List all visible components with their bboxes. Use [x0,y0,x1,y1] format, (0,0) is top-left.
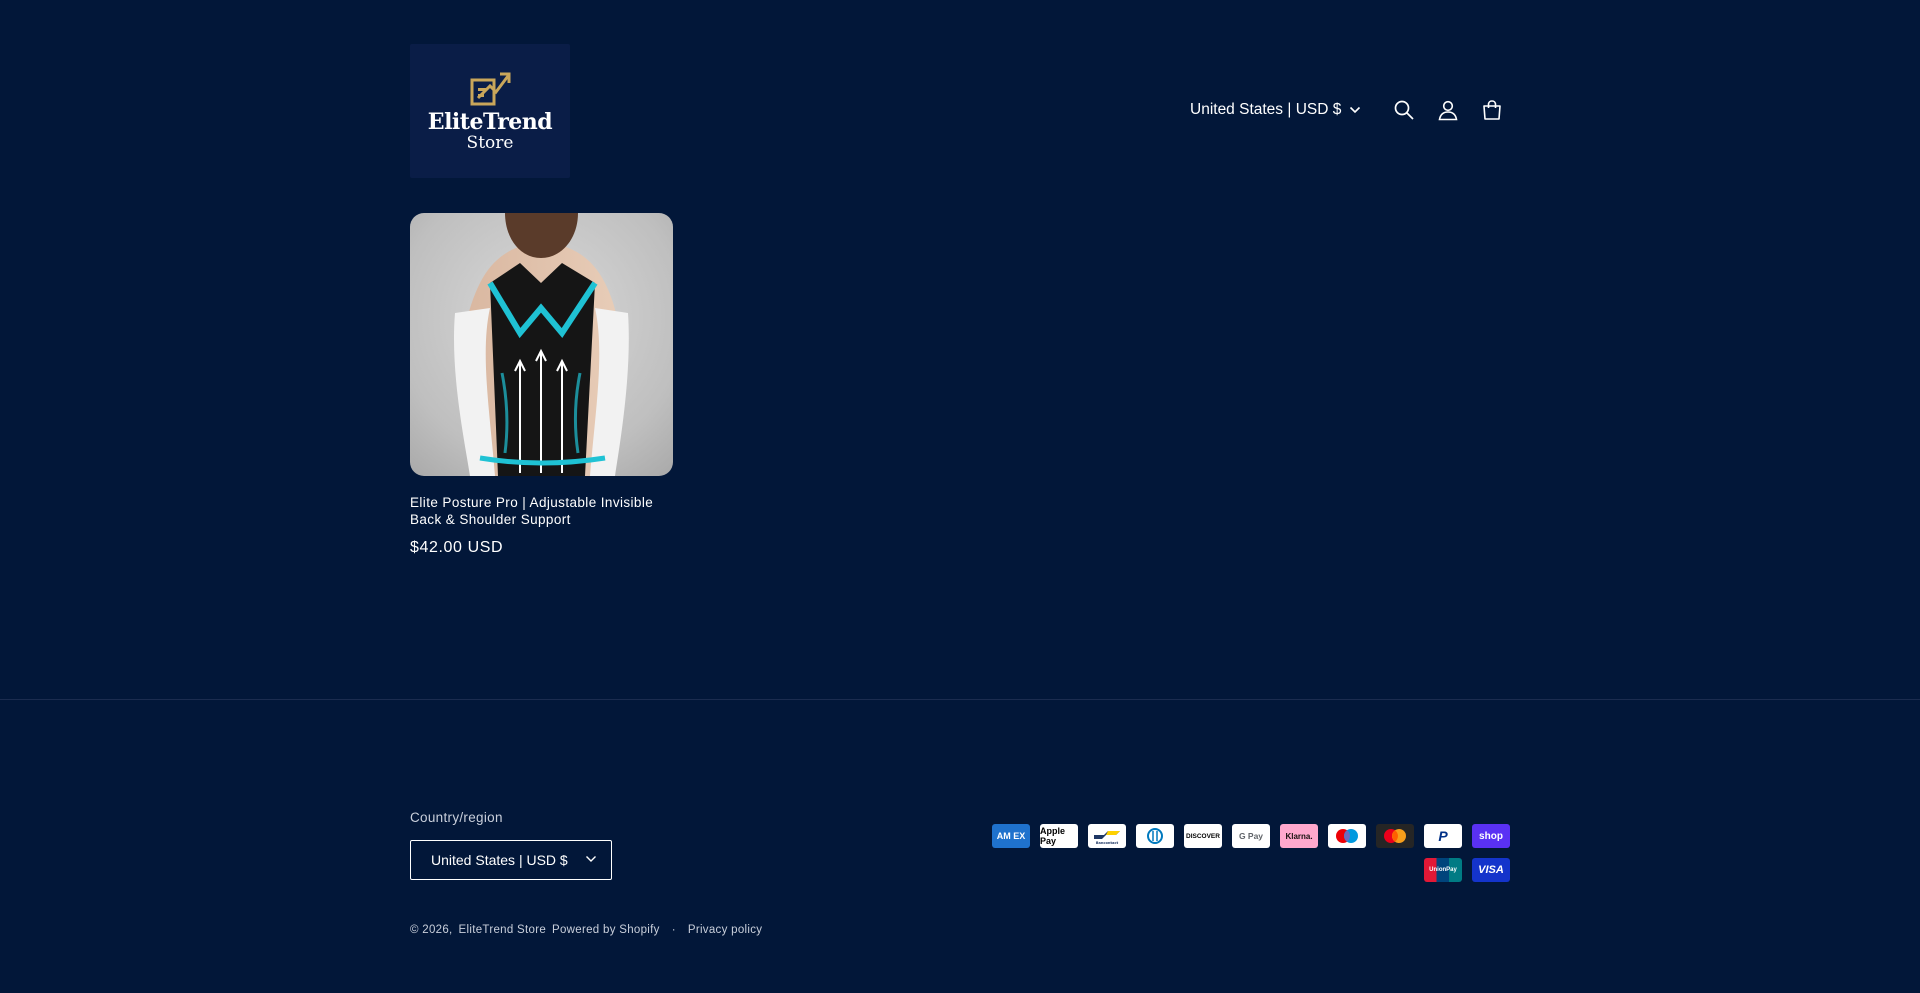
product-price: $42.00 USD [410,539,504,556]
apple-pay-icon: Apple Pay [1040,824,1078,848]
country-selector[interactable]: United States | USD $ [1190,98,1361,122]
privacy-policy-link[interactable]: Privacy policy [688,924,763,936]
unionpay-icon: UnionPay [1424,858,1462,882]
klarna-icon: Klarna. [1280,824,1318,848]
footer-divider [0,699,1920,700]
bancontact-mark: Bancontact [1094,831,1120,845]
product-image[interactable] [410,213,673,476]
footer-country-select[interactable]: United States | USD $ [410,840,612,880]
maestro-icon [1328,824,1366,848]
amex-icon: AM EX [992,824,1030,848]
copyright-prefix: © 2026, [410,924,453,936]
cart-icon [1483,100,1501,120]
maestro-mark [1336,829,1358,843]
posture-brace-image [453,213,629,476]
search-button[interactable] [1390,96,1418,124]
store-link[interactable]: EliteTrend Store [459,924,546,936]
site-header: EliteTrend Store United States | USD $ [0,0,1920,200]
powered-by-link[interactable]: Powered by Shopify [552,924,660,936]
chevron-down-icon [586,856,596,862]
diners-mark [1147,828,1163,844]
shop-pay-icon: shop [1472,824,1510,848]
country-region-label: Country/region [410,810,503,825]
mastercard-mark [1384,829,1406,843]
bancontact-icon: Bancontact [1088,824,1126,848]
store-logo[interactable]: EliteTrend Store [410,44,570,178]
chevron-down-icon [1350,106,1361,114]
visa-icon: VISA [1472,858,1510,882]
logo-name: EliteTrend [427,109,553,135]
copyright: © 2026, EliteTrend Store Powered by Shop… [410,924,762,936]
separator: · [671,924,676,936]
svg-text:Bancontact: Bancontact [1096,841,1119,845]
discover-icon: DISCOVER [1184,824,1222,848]
product-title[interactable]: Elite Posture Pro | Adjustable Invisible… [410,494,673,528]
search-icon [1394,100,1414,120]
account-button[interactable] [1434,96,1462,124]
cart-button[interactable] [1478,96,1506,124]
footer-country-value: United States | USD $ [431,852,568,868]
logo-subtitle: Store [466,133,514,153]
google-pay-icon: G Pay [1232,824,1270,848]
product-card[interactable]: Elite Posture Pro | Adjustable Invisible… [410,213,673,557]
account-icon [1438,100,1458,121]
paypal-icon: P [1424,824,1462,848]
diners-club-icon [1136,824,1174,848]
mastercard-icon [1376,824,1414,848]
country-selector-label: United States | USD $ [1190,101,1342,118]
logo-mark-icon [470,72,511,106]
